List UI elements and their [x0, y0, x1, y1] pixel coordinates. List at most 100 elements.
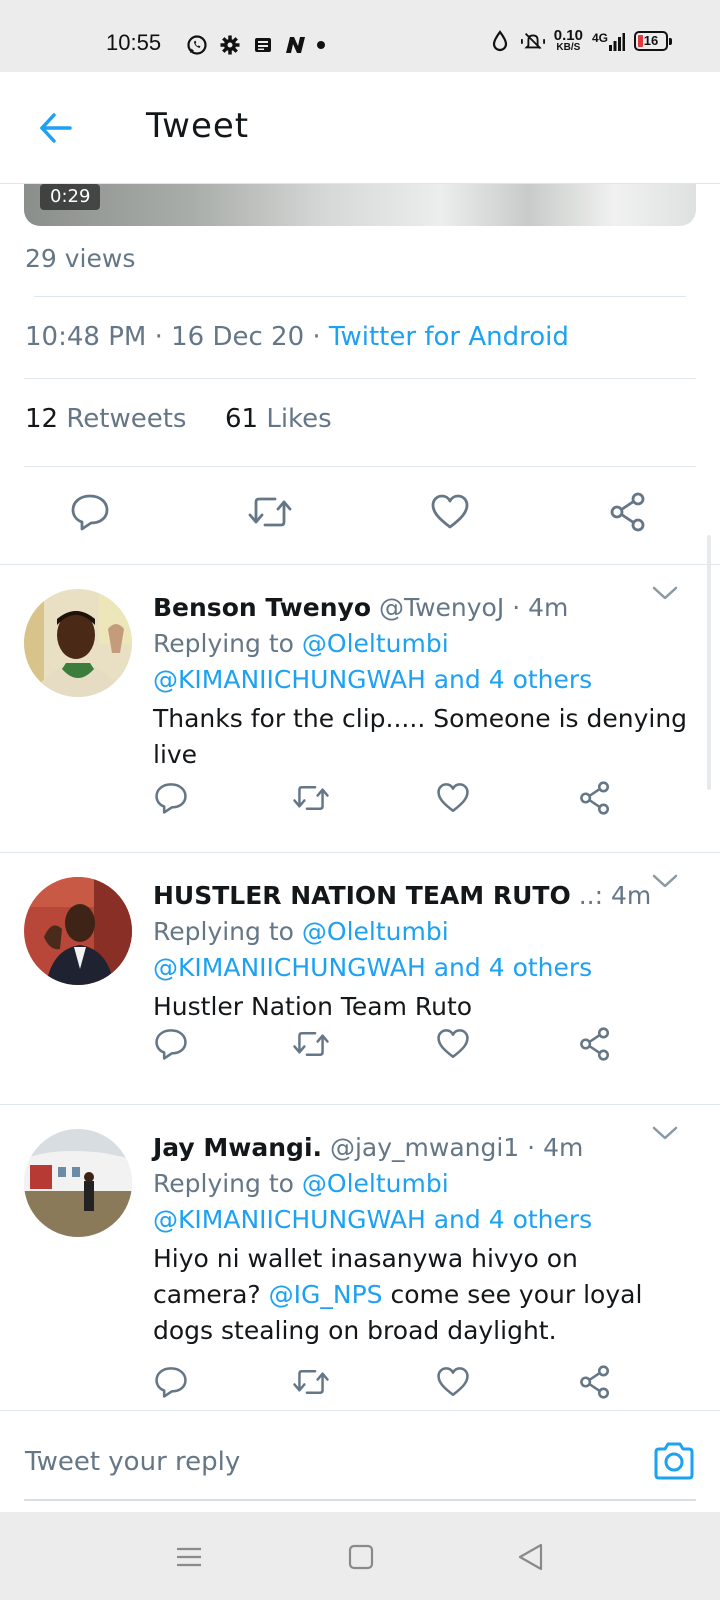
reply-icon[interactable] — [154, 1027, 188, 1061]
replying-label: Replying to — [153, 917, 294, 946]
view-count: 29 views — [25, 244, 136, 273]
n-app-icon — [284, 33, 308, 57]
mention-link[interactable]: @KIMANIICHUNGWAH — [153, 1205, 426, 1234]
separator: · — [146, 322, 172, 352]
share-icon[interactable] — [578, 1027, 612, 1061]
chevron-down-icon[interactable] — [650, 1123, 680, 1143]
replying-to-more: @KIMANIICHUNGWAH and 4 others — [153, 1205, 592, 1234]
mention-link[interactable]: @KIMANIICHUNGWAH — [153, 665, 426, 694]
battery-nub — [669, 37, 672, 45]
chevron-down-icon[interactable] — [650, 871, 680, 891]
reply-time: 4m — [528, 593, 569, 622]
like-icon[interactable] — [436, 1027, 470, 1061]
reply-composer: Tweet your reply — [0, 1410, 720, 1510]
retweets-label: Retweets — [66, 404, 187, 434]
retweet-icon[interactable] — [292, 781, 330, 815]
reply-button[interactable] — [68, 490, 112, 534]
reply-author-handle[interactable]: @jay_mwangi1 — [330, 1133, 519, 1162]
avatar[interactable] — [24, 589, 132, 697]
arrow-left-icon[interactable] — [36, 108, 76, 148]
retweets-stat[interactable]: 12 Retweets — [25, 404, 186, 434]
avatar-image — [24, 1129, 132, 1237]
news-icon — [251, 33, 275, 57]
settings-gear-icon — [218, 33, 242, 57]
others-link[interactable]: and 4 others — [434, 953, 592, 982]
home-square-icon[interactable] — [346, 1542, 376, 1572]
avatar[interactable] — [24, 877, 132, 985]
avatar-image — [24, 877, 132, 985]
reply-text: Hustler Nation Team Ruto — [153, 992, 473, 1021]
reply-icon[interactable] — [154, 781, 188, 815]
tweet-action-bar — [0, 490, 720, 540]
replying-to: Replying to @Oleltumbi — [153, 917, 449, 946]
retweet-icon[interactable] — [292, 1027, 330, 1061]
reply-tweet[interactable]: HUSTLER NATION TEAM RUTO ..: 4m Replying… — [0, 852, 720, 1104]
reply-header: Benson Twenyo @TwenyoJ · 4m — [153, 593, 568, 622]
more-notifications-dot — [317, 41, 325, 49]
page-title: Tweet — [146, 106, 250, 146]
share-icon[interactable] — [578, 1365, 612, 1399]
replying-to-more: @KIMANIICHUNGWAH and 4 others — [153, 953, 592, 982]
speed-value: 0.10 — [553, 27, 583, 44]
reply-header: HUSTLER NATION TEAM RUTO ..: 4m — [153, 881, 651, 910]
like-icon — [431, 494, 469, 529]
reply-header: Jay Mwangi. @jay_mwangi1 · 4m — [153, 1133, 583, 1162]
battery-indicator: 16 — [634, 30, 672, 51]
back-triangle-icon[interactable] — [516, 1542, 546, 1572]
retweet-icon[interactable] — [292, 1365, 330, 1399]
reply-text: Hiyo ni wallet inasanywa hivyo on camera… — [153, 1241, 693, 1349]
network-type: 4G — [592, 31, 625, 51]
retweet-button[interactable] — [246, 490, 294, 534]
like-icon[interactable] — [436, 781, 470, 815]
mention-link[interactable]: @IG_NPS — [269, 1280, 383, 1309]
retweet-icon — [248, 497, 292, 527]
mention-link[interactable]: @KIMANIICHUNGWAH — [153, 953, 426, 982]
like-button[interactable] — [428, 490, 472, 534]
reply-icon[interactable] — [154, 1365, 188, 1399]
status-bar: 10:55 0.10 KB/S 4G 16 — [0, 0, 720, 72]
notification-icons — [185, 33, 325, 57]
mention-link[interactable]: @Oleltumbi — [302, 917, 449, 946]
replying-label: Replying to — [153, 1169, 294, 1198]
divider — [24, 466, 696, 467]
reply-tweet[interactable]: Benson Twenyo @TwenyoJ · 4m Replying to … — [0, 564, 720, 852]
separator: · — [527, 1133, 544, 1162]
replying-to-more: @KIMANIICHUNGWAH and 4 others — [153, 665, 592, 694]
menu-icon[interactable] — [174, 1542, 204, 1572]
others-link[interactable]: and 4 others — [434, 665, 592, 694]
likes-stat[interactable]: 61 Likes — [225, 404, 332, 434]
avatar[interactable] — [24, 1129, 132, 1237]
others-link[interactable]: and 4 others — [434, 1205, 592, 1234]
signal-icon — [609, 32, 625, 51]
replying-label: Replying to — [153, 629, 294, 658]
input-underline — [24, 1499, 696, 1501]
video-thumbnail[interactable]: 0:29 — [24, 184, 696, 226]
share-icon[interactable] — [578, 781, 612, 815]
reply-author-name[interactable]: Jay Mwangi. — [153, 1133, 322, 1162]
reply-tweet[interactable]: Jay Mwangi. @jay_mwangi1 · 4m Replying t… — [0, 1104, 720, 1410]
tweet-source-link[interactable]: Twitter for Android — [329, 322, 569, 352]
mention-link[interactable]: @Oleltumbi — [302, 629, 449, 658]
share-button[interactable] — [606, 490, 650, 534]
reply-author-handle[interactable]: @TwenyoJ — [379, 593, 504, 622]
tweet-timestamp: 10:48 PM · 16 Dec 20 · Twitter for Andro… — [25, 322, 569, 352]
reply-icon — [71, 494, 109, 531]
retweets-count: 12 — [25, 404, 59, 434]
app-header: Tweet — [0, 72, 720, 184]
reply-author-name[interactable]: HUSTLER NATION TEAM RUTO — [153, 881, 571, 910]
video-duration: 0:29 — [40, 184, 101, 210]
camera-icon[interactable] — [652, 1441, 696, 1481]
reply-input[interactable]: Tweet your reply — [25, 1447, 240, 1477]
divider — [34, 296, 686, 297]
battery-percent: 16 — [643, 33, 659, 48]
divider — [24, 378, 696, 379]
replying-to: Replying to @Oleltumbi — [153, 629, 449, 658]
speed-unit: KB/S — [556, 42, 581, 53]
chevron-down-icon[interactable] — [650, 583, 680, 603]
like-icon[interactable] — [436, 1365, 470, 1399]
system-nav-bar — [0, 1512, 720, 1600]
network-speed: 0.10 KB/S — [554, 28, 583, 53]
mention-link[interactable]: @Oleltumbi — [302, 1169, 449, 1198]
reply-author-name[interactable]: Benson Twenyo — [153, 593, 371, 622]
network-label: 4G — [591, 30, 608, 45]
